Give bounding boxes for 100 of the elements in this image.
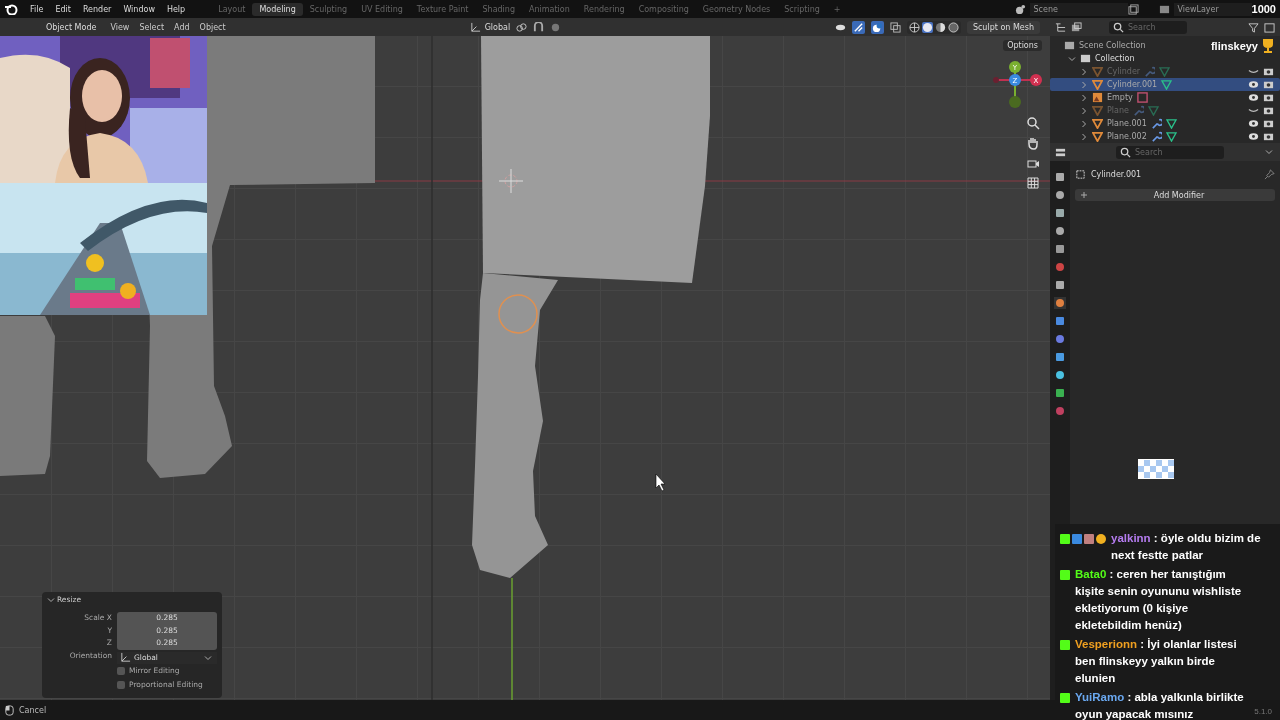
chat-message: yalkinn : öyle oldu bizim de next festte patlar xyxy=(1111,531,1262,563)
menu-item[interactable]: Edit xyxy=(49,4,77,14)
outliner-item-name[interactable]: Cylinder.001 xyxy=(1107,80,1158,89)
mesh-object-icon xyxy=(1092,131,1103,142)
view-layer-selector[interactable]: ViewLayer xyxy=(1173,2,1252,16)
outliner-item-name[interactable]: Plane.001 xyxy=(1107,119,1147,128)
mesh-data-icon[interactable] xyxy=(1165,131,1177,142)
properties-tab-icon[interactable] xyxy=(1054,387,1066,399)
properties-tab-icon[interactable] xyxy=(1054,297,1066,309)
properties-tab-icon[interactable] xyxy=(1054,225,1066,237)
proportional-icon[interactable] xyxy=(550,21,562,33)
menu-item[interactable]: Help xyxy=(160,4,192,14)
chat-username[interactable]: Bata0 xyxy=(1075,568,1107,580)
layers-icon[interactable] xyxy=(1158,3,1170,15)
wireframe-sphere-icon[interactable] xyxy=(908,21,920,33)
camera-icon[interactable] xyxy=(1263,118,1274,129)
display-mode-icon[interactable] xyxy=(1071,21,1082,33)
overlay-toggle-icon[interactable] xyxy=(870,20,884,34)
menu-item[interactable]: Render xyxy=(76,4,118,14)
menu-item[interactable]: Add xyxy=(172,22,192,32)
chat-message: Vesperionn : İyi olanlar listesi ben flinskeyy yalkın birde elunien xyxy=(1075,637,1238,686)
mouse-pointer-icon xyxy=(655,473,666,492)
properties-tab-icon[interactable] xyxy=(1054,351,1066,363)
chat-badge-icon xyxy=(1060,570,1070,580)
options-dropdown[interactable]: Options xyxy=(1003,40,1042,51)
properties-tab-icon[interactable] xyxy=(1054,261,1066,273)
editor-type-icon[interactable] xyxy=(1055,21,1066,33)
properties-tab-icon[interactable] xyxy=(1054,369,1066,381)
menu-item[interactable]: View xyxy=(108,22,132,32)
properties-tab-icon[interactable] xyxy=(1054,207,1066,219)
eye-icon[interactable] xyxy=(1248,131,1259,142)
wrench-icon[interactable] xyxy=(1150,118,1162,129)
properties-tab-icon[interactable] xyxy=(1054,171,1066,183)
blender-logo-icon[interactable] xyxy=(4,3,18,15)
pin-icon[interactable] xyxy=(1264,168,1275,180)
orientation-dropdown[interactable]: Global xyxy=(469,21,511,33)
chat-username[interactable]: yalkinn xyxy=(1111,532,1151,544)
outliner-row[interactable]: Plane.002 xyxy=(1050,130,1280,143)
grid-icon[interactable] xyxy=(1026,176,1040,190)
scene-selector[interactable]: Scene xyxy=(1029,2,1128,16)
shaded-sphere-icon[interactable] xyxy=(947,21,959,33)
workspace-tab[interactable]: Modeling xyxy=(252,2,303,16)
chevron-down-icon xyxy=(204,653,212,662)
outliner-row[interactable]: Empty xyxy=(1050,91,1280,104)
axes-icon xyxy=(469,21,481,33)
half-shaded-sphere-icon[interactable] xyxy=(934,21,946,33)
mesh-object-icon xyxy=(1092,66,1103,77)
chevron-down-icon[interactable] xyxy=(1068,54,1076,63)
outliner-item-name[interactable]: Plane.002 xyxy=(1107,132,1147,141)
filter-icon[interactable] xyxy=(1248,21,1259,33)
properties-tab-icon[interactable] xyxy=(1054,189,1066,201)
channel-name: flinskeyy xyxy=(1210,40,1258,52)
mesh-object-icon xyxy=(1092,79,1103,90)
sculpt-on-mesh-button[interactable]: Sculpt on Mesh xyxy=(966,20,1040,34)
wrench-icon[interactable] xyxy=(1150,131,1162,142)
gizmo-toggle-icon[interactable] xyxy=(851,20,865,34)
menu-item[interactable]: File xyxy=(24,4,50,14)
new-collection-icon[interactable] xyxy=(1264,21,1275,33)
version-text: 5.1.0 xyxy=(1254,707,1272,716)
snap-icon[interactable] xyxy=(533,21,545,33)
copy-icon[interactable] xyxy=(1127,3,1139,15)
camera-icon[interactable] xyxy=(1263,92,1274,103)
chevron-down-icon[interactable] xyxy=(1265,148,1273,156)
camera-icon[interactable] xyxy=(1263,79,1274,90)
chat-username[interactable]: YuiRamo xyxy=(1075,691,1125,703)
outliner-item[interactable]: Scene Collection xyxy=(1079,41,1146,50)
mode-dropdown[interactable]: Object Mode xyxy=(40,21,103,33)
menu-item[interactable]: Object xyxy=(197,22,228,32)
mouse-icon xyxy=(4,704,15,716)
link-icon[interactable] xyxy=(516,21,528,33)
editor-type-icon[interactable] xyxy=(1055,146,1066,158)
outliner-row[interactable]: Plane.001 xyxy=(1050,117,1280,130)
mesh-data-icon[interactable] xyxy=(1165,118,1177,129)
scene-icon[interactable] xyxy=(1014,3,1026,15)
outliner-item[interactable]: Collection xyxy=(1095,54,1135,63)
properties-tab-icon[interactable] xyxy=(1054,405,1066,417)
properties-tab-icon[interactable] xyxy=(1054,315,1066,327)
menu-item[interactable]: Window xyxy=(117,4,161,14)
add-modifier-button[interactable]: Add Modifier xyxy=(1075,189,1275,201)
camera-icon[interactable] xyxy=(1263,131,1274,142)
properties-tab-icon[interactable] xyxy=(1054,279,1066,291)
image-data-icon[interactable] xyxy=(1136,92,1148,103)
outliner-item-name[interactable]: Empty xyxy=(1107,93,1133,102)
menu-item[interactable]: Select xyxy=(137,22,167,32)
camera-icon[interactable] xyxy=(1263,66,1274,77)
properties-tab-icon[interactable] xyxy=(1054,243,1066,255)
eye-icon[interactable] xyxy=(1248,79,1259,90)
eye-icon[interactable] xyxy=(1248,118,1259,129)
mesh-data-icon[interactable] xyxy=(1161,79,1173,90)
chat-username[interactable]: Vesperionn xyxy=(1075,638,1137,650)
properties-tab-icon[interactable] xyxy=(1054,333,1066,345)
chevron-down-icon[interactable] xyxy=(47,595,55,604)
hand-icon[interactable] xyxy=(1026,136,1040,150)
eye-icon[interactable] xyxy=(1248,92,1259,103)
camera-icon[interactable] xyxy=(1263,105,1274,116)
mesh-object-icon xyxy=(1092,105,1103,116)
zoom-icon[interactable] xyxy=(1026,116,1040,130)
xray-icon[interactable] xyxy=(889,21,901,33)
solid-sphere-icon[interactable] xyxy=(921,21,933,33)
outliner-row[interactable]: Cylinder.001 xyxy=(1050,78,1280,91)
